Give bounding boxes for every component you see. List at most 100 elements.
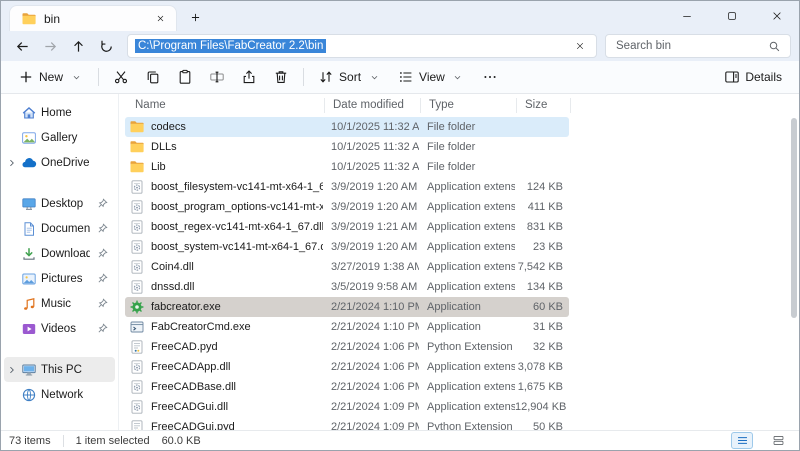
new-tab-button[interactable] [183, 5, 207, 29]
sidebar-item-music[interactable]: Music [4, 291, 115, 316]
sidebar-item-desktop[interactable]: Desktop [4, 191, 115, 216]
clear-address-icon[interactable] [571, 37, 589, 55]
file-type: Application extens... [419, 281, 515, 293]
back-button[interactable] [9, 33, 35, 59]
file-name-cell: dnssd.dll [125, 279, 323, 295]
file-name: FreeCADGui.pyd [151, 421, 235, 430]
chevron-down-icon [450, 69, 466, 85]
search-input[interactable] [614, 39, 760, 53]
see-more-button[interactable] [475, 63, 505, 91]
column-header-name[interactable]: Name [127, 98, 325, 113]
file-size: 124 KB [515, 181, 569, 193]
share-button[interactable] [234, 63, 264, 91]
new-button[interactable]: New [11, 63, 91, 91]
sidebar-item-home[interactable]: Home [4, 100, 115, 125]
file-row[interactable]: FreeCADGui.pyd2/21/2024 1:09 PMPython Ex… [125, 417, 569, 430]
file-row[interactable]: FreeCAD.pyd2/21/2024 1:06 PMPython Exten… [125, 337, 569, 357]
cut-button[interactable] [106, 63, 136, 91]
delete-button[interactable] [266, 63, 296, 91]
file-row[interactable]: FreeCADGui.dll2/21/2024 1:09 PMApplicati… [125, 397, 569, 417]
file-row[interactable]: FreeCADApp.dll2/21/2024 1:06 PMApplicati… [125, 357, 569, 377]
file-row[interactable]: FreeCADBase.dll2/21/2024 1:06 PMApplicat… [125, 377, 569, 397]
file-name: Coin4.dll [151, 261, 194, 273]
sidebar-item-this-pc[interactable]: This PC [4, 357, 115, 382]
thispc-icon [21, 362, 37, 378]
file-row[interactable]: FabCreatorCmd.exe2/21/2024 1:10 PMApplic… [125, 317, 569, 337]
view-button[interactable]: View [391, 63, 473, 91]
explorer-window: bin C:\Program Files\FabCreator 2.2\bin … [0, 0, 800, 451]
up-arrow-icon [70, 38, 86, 54]
scrollbar[interactable] [789, 118, 798, 426]
column-headers: Name Date modified Type Size [119, 94, 799, 116]
file-row[interactable]: boost_system-vc141-mt-x64-1_67.dll3/9/20… [125, 237, 569, 257]
column-header-type[interactable]: Type [421, 98, 517, 113]
rename-icon [209, 69, 225, 85]
file-row[interactable]: boost_program_options-vc141-mt-x64-1...3… [125, 197, 569, 217]
toolbar-separator [303, 68, 304, 86]
tab-close-icon[interactable] [152, 11, 168, 27]
file-row[interactable]: boost_filesystem-vc141-mt-x64-1_67.dll3/… [125, 177, 569, 197]
maximize-button[interactable] [709, 1, 754, 31]
chevron-right-icon[interactable] [6, 364, 17, 375]
chevron-down-icon [366, 69, 382, 85]
refresh-button[interactable] [93, 33, 119, 59]
file-name: boost_program_options-vc141-mt-x64-1... [151, 201, 323, 213]
file-row[interactable]: boost_regex-vc141-mt-x64-1_67.dll3/9/201… [125, 217, 569, 237]
sidebar-item-videos[interactable]: Videos [4, 316, 115, 341]
pin-icon [94, 271, 110, 287]
sidebar-item-documents[interactable]: Documents [4, 216, 115, 241]
exe-green-icon [129, 299, 145, 315]
file-date-modified: 2/21/2024 1:10 PM [323, 321, 419, 333]
details-view-toggle[interactable] [731, 432, 753, 449]
file-type: Application extens... [419, 381, 515, 393]
pyd-icon [129, 339, 145, 355]
chevron-spacer [6, 132, 17, 143]
file-type: Application [419, 321, 515, 333]
tab-bin[interactable]: bin [9, 5, 177, 31]
chevron-right-icon[interactable] [6, 157, 17, 168]
file-size: 32 KB [515, 341, 569, 353]
sort-button[interactable]: Sort [311, 63, 389, 91]
forward-button[interactable] [37, 33, 63, 59]
rename-button[interactable] [202, 63, 232, 91]
copy-button[interactable] [138, 63, 168, 91]
minimize-button[interactable] [664, 1, 709, 31]
file-row[interactable]: Coin4.dll3/27/2019 1:38 AMApplication ex… [125, 257, 569, 277]
view-icon [398, 69, 414, 85]
dll-icon [129, 399, 145, 415]
chevron-spacer [6, 323, 17, 334]
file-row[interactable]: codecs10/1/2025 11:32 AMFile folder [125, 117, 569, 137]
content-view-toggle[interactable] [767, 432, 789, 449]
sidebar-item-downloads[interactable]: Downloads [4, 241, 115, 266]
address-text[interactable]: C:\Program Files\FabCreator 2.2\bin [135, 39, 326, 53]
file-row[interactable]: dnssd.dll 3/5/2019 9:58 AMApplication ext… [125, 277, 569, 297]
file-date-modified: 3/9/2019 1:20 AM [323, 201, 419, 213]
search-box[interactable] [605, 34, 791, 58]
file-date-modified: 3/5/2019 9:58 AM [323, 281, 419, 293]
file-type: File folder [419, 161, 515, 173]
column-header-date-modified[interactable]: Date modified [325, 98, 421, 113]
dll-icon [129, 359, 145, 375]
sidebar-item-network[interactable]: Network [4, 382, 115, 407]
file-row[interactable]: fabcreator.exe2/21/2024 1:10 PMApplicati… [125, 297, 569, 317]
sidebar-item-label: Network [41, 389, 110, 401]
tab-title: bin [44, 12, 145, 26]
scrollbar-thumb[interactable] [791, 118, 797, 318]
details-pane-button[interactable]: Details [717, 63, 789, 91]
content-view-icon [770, 433, 786, 449]
sidebar-item-gallery[interactable]: Gallery [4, 125, 115, 150]
close-button[interactable] [754, 1, 799, 31]
sidebar-item-onedrive[interactable]: OneDrive [4, 150, 115, 175]
up-button[interactable] [65, 33, 91, 59]
file-name: dnssd.dll [151, 281, 194, 293]
file-row[interactable]: Lib10/1/2025 11:32 AMFile folder [125, 157, 569, 177]
sidebar-item-pictures[interactable]: Pictures [4, 266, 115, 291]
folder-icon [129, 119, 145, 135]
file-name: FreeCADGui.dll [151, 401, 228, 413]
column-header-size[interactable]: Size [517, 98, 571, 113]
file-date-modified: 2/21/2024 1:09 PM [323, 421, 419, 430]
dll-icon [129, 259, 145, 275]
file-row[interactable]: DLLs10/1/2025 11:32 AMFile folder [125, 137, 569, 157]
address-bar[interactable]: C:\Program Files\FabCreator 2.2\bin [127, 34, 597, 58]
paste-button[interactable] [170, 63, 200, 91]
